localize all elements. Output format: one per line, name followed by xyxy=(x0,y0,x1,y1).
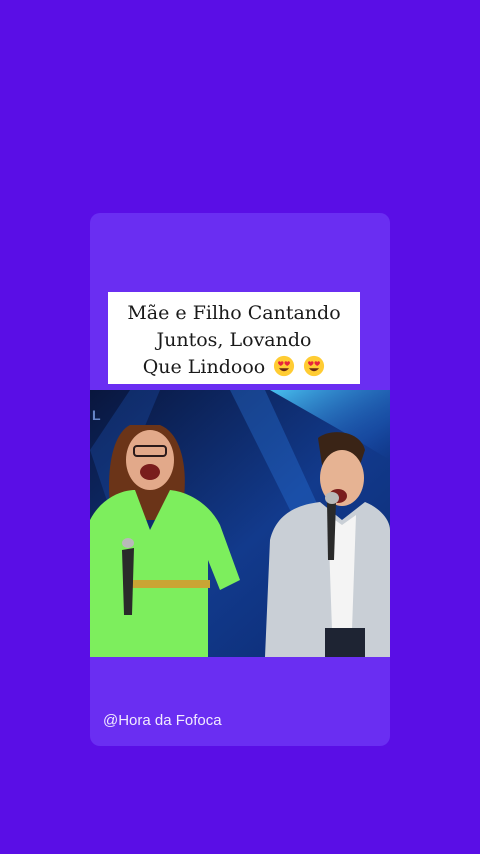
heart-eyes-emoji-icon xyxy=(304,355,325,377)
watermark-handle: @Hora da Fofoca xyxy=(103,712,222,729)
caption-line-3: Que Lindooo xyxy=(142,356,266,378)
caption-line-3-row: Que Lindooo xyxy=(114,354,354,381)
heart-eyes-emoji-icon xyxy=(274,355,295,377)
video-still-image: L xyxy=(90,390,390,657)
video-frame[interactable]: L xyxy=(90,390,390,657)
caption-line-1: Mãe e Filho Cantando xyxy=(127,302,341,324)
caption-line-2: Juntos, Lovando xyxy=(156,329,312,351)
caption-box: Mãe e Filho Cantando Juntos, Lovando Que… xyxy=(108,292,360,384)
story-card: Mãe e Filho Cantando Juntos, Lovando Que… xyxy=(90,213,390,746)
channel-logo: L xyxy=(92,407,101,423)
